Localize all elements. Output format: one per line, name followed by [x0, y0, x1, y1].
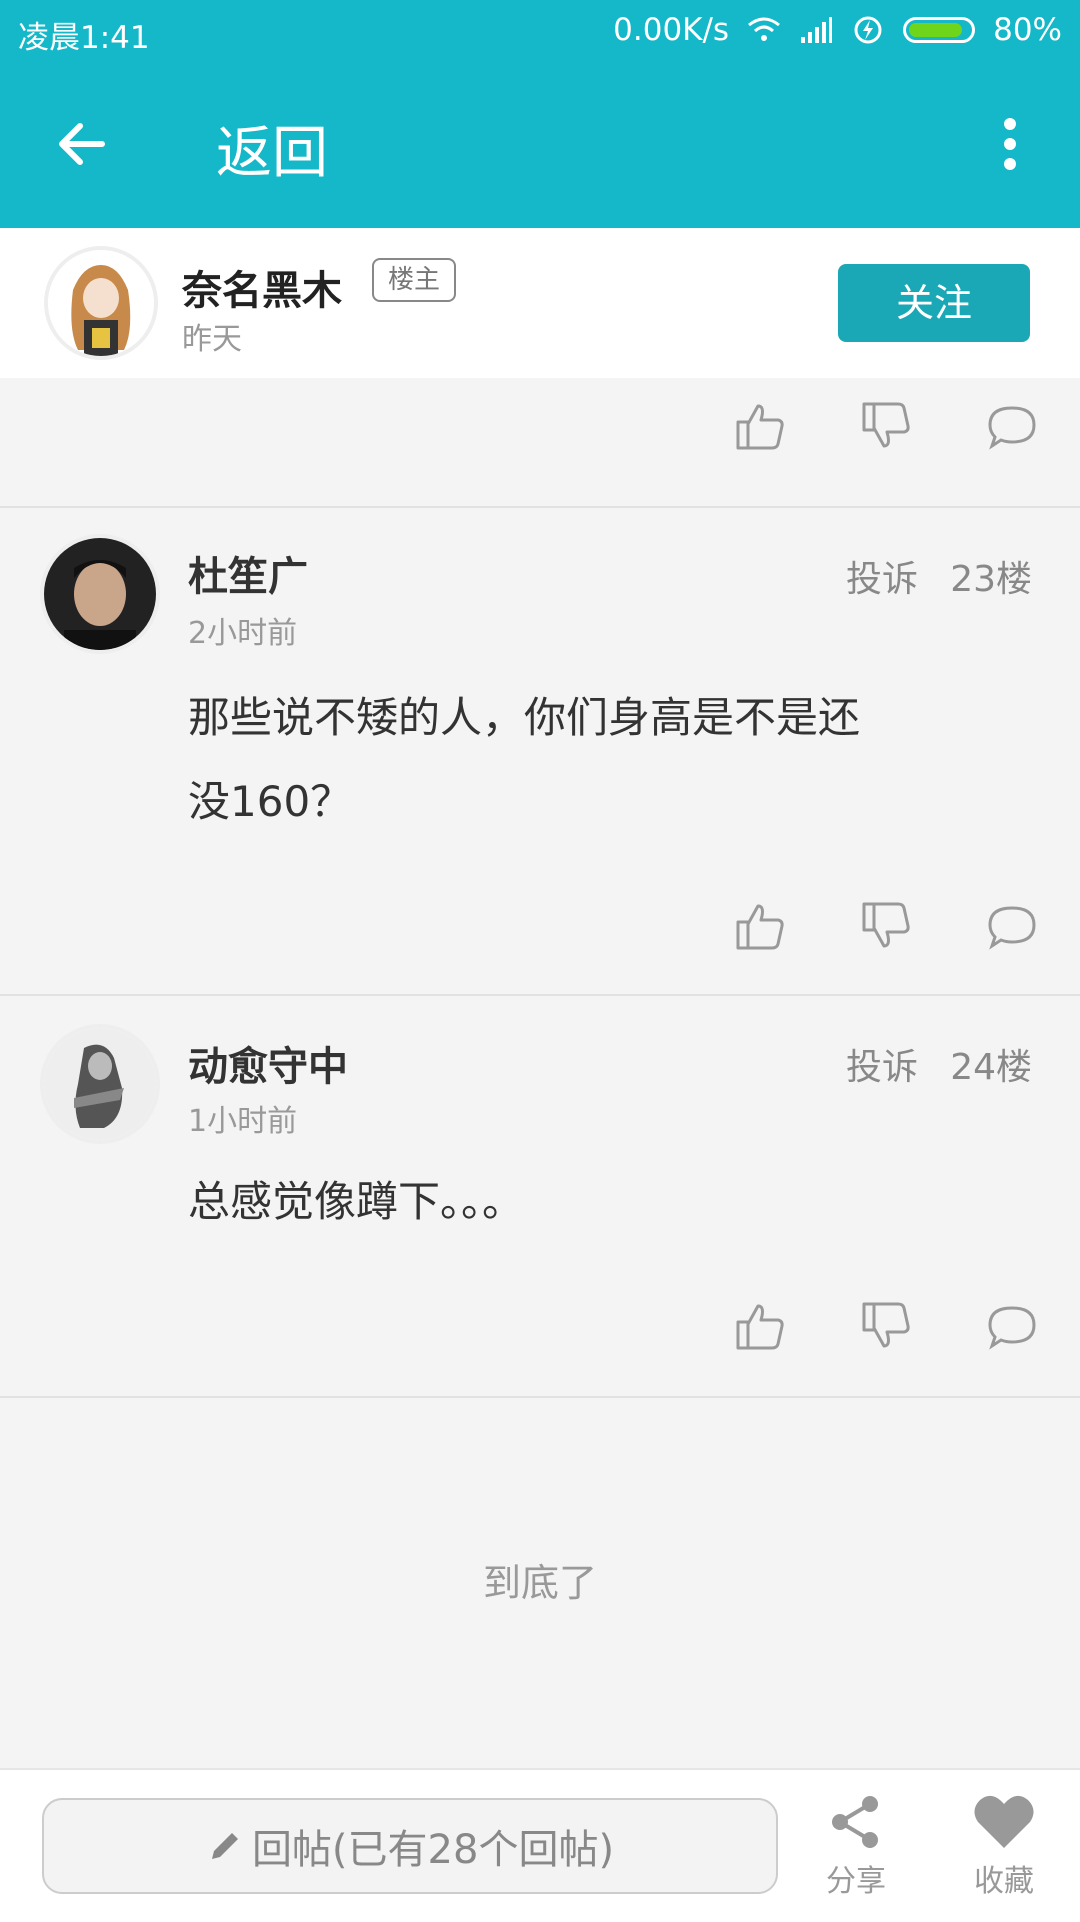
comment-icon[interactable]: [984, 898, 1040, 954]
thumbs-up-icon[interactable]: [732, 398, 788, 454]
favorite-label: 收藏: [974, 1864, 1034, 1899]
reply-content: 总感觉像蹲下。。。: [188, 1177, 525, 1226]
avatar-image: [44, 1028, 156, 1140]
reply-input-placeholder: 回帖(已有28个回帖): [251, 1827, 615, 1873]
avatar-image: [44, 538, 156, 650]
avatar-image: [48, 250, 154, 356]
share-icon: [832, 1796, 878, 1848]
favorite-button[interactable]: 收藏: [954, 1792, 1054, 1912]
reply-avatar[interactable]: [44, 538, 156, 650]
thumbs-down-icon[interactable]: [858, 898, 914, 954]
original-poster-header: 奈名黑木 楼主 昨天 关注: [0, 228, 1080, 378]
status-bar: 凌晨1:41 0.00K/s 80%: [0, 0, 1080, 62]
page-title[interactable]: 返回: [216, 108, 328, 189]
battery-percent: 80%: [993, 12, 1062, 48]
heart-icon: [974, 1795, 1034, 1848]
status-indicators: 0.00K/s 80%: [613, 12, 1062, 48]
comment-icon[interactable]: [984, 1298, 1040, 1354]
divider: [0, 994, 1080, 996]
op-time: 昨天: [182, 322, 242, 357]
op-badge: 楼主: [372, 258, 457, 302]
reply-time: 1小时前: [188, 1104, 298, 1139]
floor-number: 23楼: [950, 559, 1032, 600]
back-arrow-icon[interactable]: [52, 114, 112, 174]
divider: [0, 506, 1080, 508]
battery-icon: [903, 17, 976, 43]
reply-content: 那些说不矮的人，你们身高是不是还没160？: [188, 693, 861, 826]
op-actions: [0, 398, 1080, 488]
pencil-icon: [211, 1833, 238, 1859]
app-bar: 返回: [0, 62, 1080, 228]
thumbs-up-icon[interactable]: [732, 1298, 788, 1354]
divider: [0, 1396, 1080, 1398]
reply-actions: [0, 1298, 1080, 1388]
thumbs-down-icon[interactable]: [858, 398, 914, 454]
report-button[interactable]: 投诉: [846, 1038, 918, 1090]
bottom-bar: 回帖(已有28个回帖) 分享 收藏: [0, 1768, 1080, 1922]
charging-icon: [854, 16, 882, 44]
more-menu-icon[interactable]: [1000, 116, 1020, 172]
op-name[interactable]: 奈名黑木: [182, 258, 342, 316]
follow-button[interactable]: 关注: [838, 264, 1030, 342]
status-time: 凌晨1:41: [18, 20, 150, 56]
reply-actions: [0, 898, 1080, 988]
signal-icon: [801, 17, 833, 43]
reply-author[interactable]: 动愈守中: [188, 1034, 348, 1092]
floor-number: 24楼: [950, 1047, 1032, 1088]
thumbs-down-icon[interactable]: [858, 1298, 914, 1354]
share-button[interactable]: 分享: [806, 1792, 906, 1912]
reply-input[interactable]: 回帖(已有28个回帖): [42, 1798, 778, 1894]
wifi-icon: [748, 17, 781, 41]
end-of-list-text: 到底了: [482, 1561, 597, 1605]
reply-time: 2小时前: [188, 616, 298, 651]
report-button[interactable]: 投诉: [846, 550, 918, 602]
network-speed: 0.00K/s: [613, 12, 730, 48]
reply-avatar[interactable]: [44, 1028, 156, 1140]
thumbs-up-icon[interactable]: [732, 898, 788, 954]
share-label: 分享: [826, 1864, 886, 1899]
reply-author[interactable]: 杜笙广: [188, 544, 308, 602]
comment-icon[interactable]: [984, 398, 1040, 454]
op-avatar[interactable]: [48, 250, 154, 356]
